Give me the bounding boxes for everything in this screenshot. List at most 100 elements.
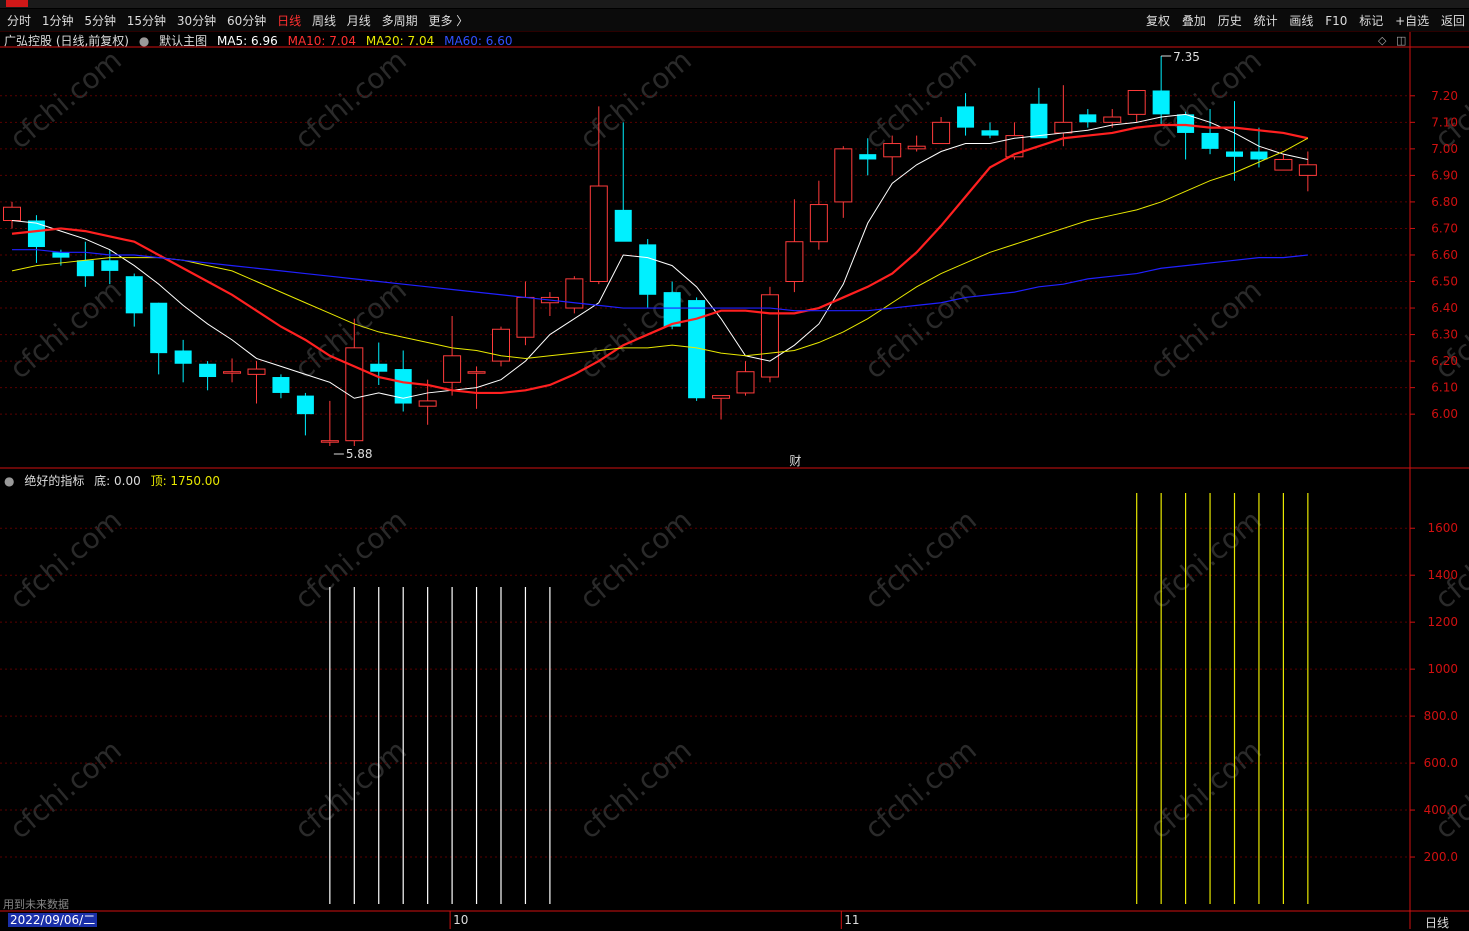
candle-body-up [443, 355, 462, 383]
ma5-value: MA5: 6.96 [216, 34, 278, 48]
price-tick-label: 6.60 [1431, 248, 1458, 262]
candle-body-down [1079, 114, 1097, 123]
candle-body-up [834, 148, 853, 203]
candle-body-up [418, 400, 437, 407]
watermark-text: cfchi.com [573, 273, 698, 385]
candle-body-down [52, 252, 70, 258]
candle-body-up [1054, 121, 1073, 134]
ma10-value: MA10: 7.04 [287, 34, 357, 48]
indicator-tick-label: 600.0 [1424, 756, 1458, 770]
candle-body-down [101, 260, 119, 271]
price-tick-label: 6.50 [1431, 275, 1458, 289]
future-data-note: 用到未来数据 [3, 898, 69, 911]
price-tick-label: 6.10 [1431, 381, 1458, 395]
price-tick-label: 6.70 [1431, 221, 1458, 235]
candle-body-down [1030, 103, 1048, 139]
period-label: 日线 [1424, 916, 1449, 930]
price-tick-label: 7.00 [1431, 142, 1458, 156]
candle-body-down [174, 350, 192, 364]
candle-body-down [150, 302, 168, 354]
price-tick-label: 6.30 [1431, 328, 1458, 342]
candle-body-up [589, 185, 608, 283]
main-legend: 广弘控股 (日线,前复权) ● 默认主图 MA5: 6.96 MA10: 7.0… [4, 32, 519, 49]
watermark-text: cfchi.com [573, 43, 698, 155]
candle-body-up [809, 204, 828, 243]
template-name[interactable]: 默认主图 [159, 34, 207, 48]
candle-body-up [883, 143, 902, 158]
watermark-text: cfchi.com [858, 43, 983, 155]
candle-body-up [320, 440, 339, 443]
window-icon[interactable]: ◫ [1396, 34, 1406, 47]
ma-line-ma10 [11, 123, 1309, 395]
template-dropdown-icon[interactable]: ● [139, 34, 149, 48]
candle-body-up [760, 294, 779, 378]
indicator-top: 顶: 1750.00 [150, 474, 221, 488]
price-tick-label: 7.10 [1431, 115, 1458, 129]
candle-body-down [981, 130, 999, 136]
price-tick-label: 7.20 [1431, 89, 1458, 103]
sub-legend: ● 绝好的指标 底: 0.00 顶: 1750.00 [4, 472, 226, 489]
cursor-date: 2022/09/06/二 [8, 913, 98, 927]
price-tick-label: 6.20 [1431, 354, 1458, 368]
candle-body-down [1226, 151, 1243, 157]
price-tick-label: 6.00 [1431, 407, 1458, 421]
indicator-tick-label: 200.0 [1424, 850, 1458, 864]
candle-body-up [736, 371, 755, 394]
candle-body-down [125, 276, 143, 314]
month-label: 10 [453, 913, 468, 927]
watermark-text: cfchi.com [288, 733, 413, 845]
indicator-tick-label: 400.0 [1424, 803, 1458, 817]
month-label: 11 [844, 913, 859, 927]
candle-body-down [1152, 90, 1170, 115]
indicator-tick-label: 1000 [1427, 662, 1458, 676]
watermark-text: cfchi.com [573, 503, 698, 615]
candle-body-down [199, 363, 217, 378]
candle-body-down [272, 377, 290, 393]
candle-body-down [1177, 114, 1195, 133]
high-price-label: 7.35 [1173, 50, 1200, 64]
watermark-text: cfchi.com [288, 503, 413, 615]
candle-body-down [663, 292, 681, 327]
kline-chart[interactable]: cfchi.com cfchi.com cfchi.com cfchi.com cfch… [0, 0, 1469, 929]
candle-body-down [370, 363, 388, 372]
watermark-text: cfchi.com [1428, 733, 1469, 845]
indicator-bottom: 底: 0.00 [94, 474, 141, 488]
watermark-text: cfchi.com [1428, 503, 1469, 615]
candle-body-down [639, 244, 657, 295]
watermark-text: cfchi.com [1143, 273, 1268, 385]
ma-line-ma5 [11, 113, 1308, 399]
candle-body-up [1127, 89, 1146, 115]
candle-body-up [1274, 158, 1293, 171]
ma60-value: MA60: 6.60 [444, 34, 513, 48]
ma20-value: MA20: 7.04 [365, 34, 435, 48]
candle-body-down [27, 220, 45, 248]
candle-body-down [1201, 132, 1219, 149]
indicator-name[interactable]: 绝好的指标 [24, 474, 84, 488]
price-tick-label: 6.40 [1431, 301, 1458, 315]
watermark-text: cfchi.com [3, 273, 128, 385]
indicator-dropdown-icon[interactable]: ● [4, 474, 14, 488]
watermark-text: cfchi.com [858, 733, 983, 845]
finance-marker: 财 [789, 454, 801, 468]
watermark-text: cfchi.com [573, 733, 698, 845]
indicator-tick-label: 1200 [1427, 615, 1458, 629]
low-price-label: 5.88 [346, 447, 373, 461]
watermark-text: cfchi.com [1143, 503, 1268, 615]
stock-title: 广弘控股 (日线,前复权) [4, 34, 129, 48]
watermark-layer: cfchi.com cfchi.com cfchi.com cfchi.com cfch… [3, 43, 1469, 845]
candle-body-up [1298, 164, 1317, 176]
price-tick-label: 6.90 [1431, 168, 1458, 182]
candle-body-up [3, 206, 21, 221]
candle-body-up [932, 121, 951, 145]
indicator-tick-label: 1600 [1427, 521, 1458, 535]
watermark-text: cfchi.com [3, 733, 128, 845]
diamond-icon[interactable]: ◇ [1378, 34, 1386, 47]
candle-body-down [1250, 151, 1268, 160]
candle-body-up [907, 145, 926, 150]
candle-body-up [1103, 116, 1122, 123]
candle-body-down [957, 106, 975, 128]
candle-body-down [859, 154, 877, 160]
watermark-text: cfchi.com [3, 503, 128, 615]
candle-body-down [76, 260, 94, 277]
indicator-tick-label: 800.0 [1424, 709, 1458, 723]
